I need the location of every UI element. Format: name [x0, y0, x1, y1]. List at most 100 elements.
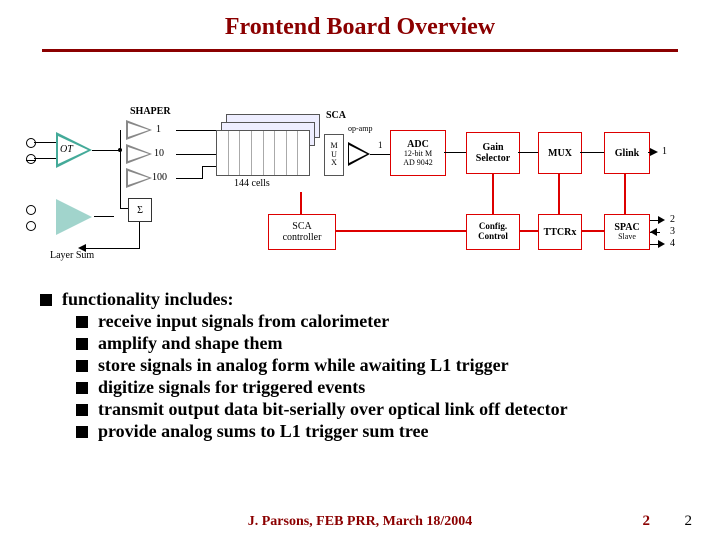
bullet-icon: [76, 426, 88, 438]
gain-selector-box: Gain Selector: [466, 132, 520, 174]
wire-s3: [176, 178, 202, 179]
bullet-text: provide analog sums to L1 trigger sum tr…: [98, 421, 429, 442]
wire-gs-down: [492, 174, 494, 214]
config-control-label: Config. Control: [478, 222, 508, 242]
input-port-1g: [26, 154, 36, 164]
wire-sigma-v: [120, 180, 121, 209]
arrow-out2: [658, 216, 665, 224]
out-2: 2: [670, 214, 675, 225]
wire-s2: [176, 154, 216, 155]
mux-label: MUX: [548, 148, 572, 159]
opamp-label: op-amp: [348, 124, 372, 133]
bullet-text: amplify and shape them: [98, 333, 283, 354]
bullet-icon: [76, 338, 88, 350]
bullet-item-1: amplify and shape them: [76, 333, 680, 354]
adc-detail: 12-bit M AD 9042: [403, 150, 433, 168]
wire-gs-mux: [518, 152, 538, 153]
node-1: [118, 148, 122, 152]
out-3: 3: [670, 226, 675, 237]
input-port-2g: [26, 221, 36, 231]
bullet-item-0: receive input signals from calorimeter: [76, 311, 680, 332]
wire-adc-gs: [444, 152, 466, 153]
ttcrx-box: TTCRx: [538, 214, 582, 250]
mux-small-label: M U X: [330, 142, 337, 168]
title-underline: [42, 49, 678, 52]
ttcrx-label: TTCRx: [544, 227, 577, 238]
out-4: 4: [670, 238, 675, 249]
sigma-label: Σ: [137, 205, 143, 216]
sca-row-3: [216, 130, 310, 176]
bullet-list: functionality includes: receive input si…: [40, 288, 680, 443]
sca-label: SCA: [326, 110, 346, 121]
wire-s1: [176, 130, 216, 131]
gain-tri-2-in: [128, 147, 149, 161]
wire-sigma-out: [84, 248, 140, 249]
preamp-label: OT: [60, 144, 73, 155]
sca-controller-box: SCA controller: [268, 214, 336, 250]
config-control-box: Config. Control: [466, 214, 520, 250]
bullet-icon: [76, 404, 88, 416]
mux-small: M U X: [324, 134, 344, 176]
bullet-text: store signals in analog form while await…: [98, 355, 509, 376]
gain-1: 1: [156, 124, 161, 135]
wire-s3v: [202, 166, 203, 179]
spac-box: SPAC Slave: [604, 214, 650, 250]
glink-box: Glink: [604, 132, 650, 174]
page-title: Frontend Board Overview: [0, 0, 720, 41]
gain-10: 10: [154, 148, 164, 159]
arrow-out3: [650, 228, 657, 236]
wire-s3h: [202, 166, 216, 167]
wire-scac-cfg: [444, 230, 466, 232]
bullet-icon: [76, 360, 88, 372]
sca-cells-label: 144 cells: [234, 178, 270, 189]
page-number-red: 2: [643, 513, 651, 530]
bullet-icon: [76, 316, 88, 328]
preamp2-icon: [56, 199, 92, 235]
wire-scac-right: [336, 230, 444, 232]
wire-glink-down: [624, 174, 626, 214]
out-1: 1: [662, 146, 667, 157]
shaper-title: SHAPER: [130, 106, 171, 117]
bullet-icon: [76, 382, 88, 394]
glink-label: Glink: [615, 148, 639, 159]
wire-pre2: [94, 216, 114, 217]
footer-text: J. Parsons, FEB PRR, March 18/2004: [0, 514, 720, 530]
wire-sigma-down: [139, 222, 140, 248]
wire-in1: [34, 142, 56, 143]
wire-shaper-v: [120, 130, 121, 180]
gain-tri-1-in: [128, 123, 149, 137]
gain-100: 100: [152, 172, 167, 183]
wire-mux-down: [558, 174, 560, 214]
gain-selector-label: Gain Selector: [476, 142, 510, 164]
sigma-box: Σ: [128, 198, 152, 222]
wire-opamp-adc: [370, 154, 390, 155]
bullet-icon: [40, 294, 52, 306]
bullet-item-4: transmit output data bit-serially over o…: [76, 399, 680, 420]
arrow-layersum: [78, 244, 86, 252]
layer-sum-label: Layer Sum: [50, 250, 94, 261]
input-port-2: [26, 205, 36, 215]
spac-sub: Slave: [618, 233, 636, 242]
wire-pre-shaper: [92, 150, 120, 151]
wire-sigma-in: [120, 208, 128, 209]
wire-in1g: [34, 158, 56, 159]
gnd-tick-1: [26, 160, 36, 161]
wire-ttc-spac: [582, 230, 604, 232]
gain-tri-3-in: [128, 171, 149, 185]
page-number-black: 2: [685, 513, 693, 530]
input-port-1: [26, 138, 36, 148]
arrow-out4: [658, 240, 665, 248]
bullet-item-5: provide analog sums to L1 trigger sum tr…: [76, 421, 680, 442]
bullet-text: digitize signals for triggered events: [98, 377, 365, 398]
wire-mux-glink: [580, 152, 604, 153]
bullet-item-2: store signals in analog form while await…: [76, 355, 680, 376]
adc-in-1: 1: [378, 140, 383, 150]
opamp-inner: [349, 145, 367, 163]
bullet-top: functionality includes:: [40, 289, 680, 310]
bullet-item-3: digitize signals for triggered events: [76, 377, 680, 398]
wire-scac-up: [300, 192, 302, 214]
sca-controller-label: SCA controller: [283, 221, 322, 243]
bullet-top-text: functionality includes:: [62, 289, 234, 310]
adc-box: ADC 12-bit M AD 9042: [390, 130, 446, 176]
mux-box: MUX: [538, 132, 582, 174]
